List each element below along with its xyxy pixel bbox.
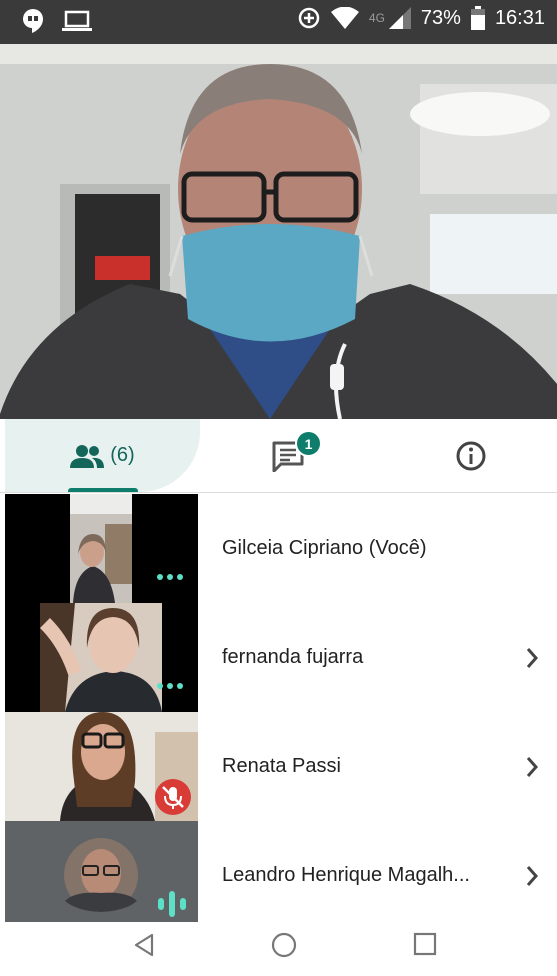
participant-row[interactable]: fernanda fujarra bbox=[0, 603, 557, 712]
signal-icon bbox=[388, 7, 411, 29]
main-video-feed[interactable] bbox=[0, 44, 557, 419]
back-triangle-icon bbox=[134, 933, 154, 957]
battery-icon bbox=[470, 6, 485, 30]
tab-people[interactable]: (6) bbox=[5, 419, 200, 492]
laptop-icon bbox=[62, 10, 92, 31]
data-saver-icon bbox=[298, 7, 320, 29]
participant-name: Renata Passi bbox=[222, 755, 341, 777]
recents-square-icon bbox=[413, 932, 437, 956]
participant-row: Gilceia Cipriano (Você) bbox=[0, 494, 557, 603]
android-nav-bar bbox=[0, 922, 557, 976]
more-options-dots[interactable] bbox=[157, 574, 183, 580]
audio-level-icon bbox=[158, 891, 186, 917]
speaker-video-image bbox=[0, 44, 557, 419]
wifi-icon bbox=[330, 7, 359, 29]
participant-name: fernanda fujarra bbox=[222, 646, 364, 668]
battery-percent: 73% bbox=[420, 6, 461, 29]
network-type: 4G bbox=[368, 11, 385, 25]
people-count: (6) bbox=[110, 444, 135, 466]
participant-row[interactable]: Leandro Henrique Magalh... bbox=[0, 821, 557, 930]
call-tabs: (6) 1 bbox=[0, 419, 557, 493]
participant-name: Gilceia Cipriano (Você) bbox=[222, 537, 427, 559]
clock: 16:31 bbox=[494, 6, 545, 29]
home-circle-icon bbox=[271, 932, 297, 958]
tab-info[interactable] bbox=[385, 419, 557, 492]
participant-image bbox=[70, 494, 132, 603]
more-options-dots[interactable] bbox=[157, 683, 183, 689]
participant-video bbox=[5, 603, 198, 712]
status-bar: 4G 73% 16:31 bbox=[0, 0, 557, 44]
people-icon bbox=[70, 444, 105, 468]
back-button[interactable] bbox=[133, 932, 155, 963]
chevron-right-icon[interactable] bbox=[525, 603, 539, 712]
chevron-right-icon[interactable] bbox=[525, 821, 539, 930]
participant-image bbox=[39, 603, 162, 712]
recents-button[interactable] bbox=[413, 932, 437, 961]
muted-mic-icon bbox=[155, 779, 191, 815]
participant-video bbox=[5, 821, 198, 930]
chevron-right-icon[interactable] bbox=[525, 712, 539, 821]
active-tab-indicator bbox=[68, 488, 138, 492]
tab-chat[interactable]: 1 bbox=[200, 419, 375, 492]
participant-name: Leandro Henrique Magalh... bbox=[222, 864, 470, 886]
participant-video bbox=[5, 712, 198, 821]
hangouts-icon bbox=[23, 9, 43, 33]
home-button[interactable] bbox=[271, 932, 297, 963]
participant-row[interactable]: Renata Passi bbox=[0, 712, 557, 821]
participant-video bbox=[5, 494, 198, 603]
chat-unread-badge: 1 bbox=[295, 430, 322, 457]
info-icon bbox=[456, 441, 486, 470]
